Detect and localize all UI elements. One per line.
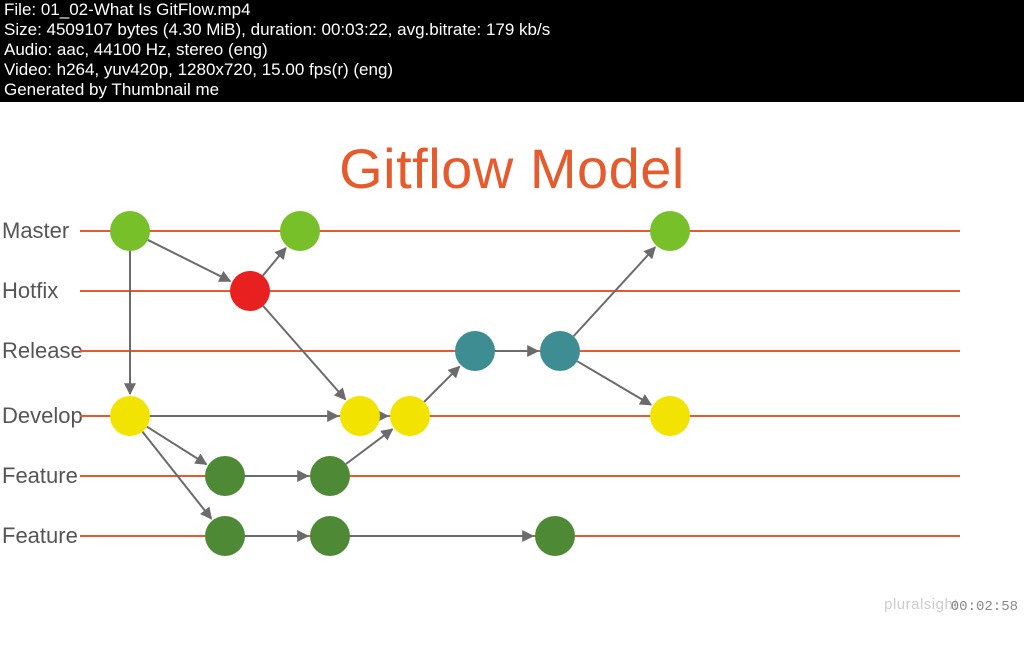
edge-d0-f1a xyxy=(147,427,206,465)
meta-video: Video: h264, yuv420p, 1280x720, 15.00 fp… xyxy=(4,60,1020,80)
commit-node-d3 xyxy=(650,396,690,436)
edge-r1-d3 xyxy=(577,361,651,405)
meta-file: File: 01_02-What Is GitFlow.mp4 xyxy=(4,0,1020,20)
commit-node-f1a xyxy=(205,456,245,496)
commit-node-f2a xyxy=(205,516,245,556)
meta-size: Size: 4509107 bytes (4.30 MiB), duration… xyxy=(4,20,1020,40)
commit-node-m0 xyxy=(110,211,150,251)
edge-h0-m1 xyxy=(263,248,286,276)
commit-node-f1b xyxy=(310,456,350,496)
commit-node-r0 xyxy=(455,331,495,371)
lane-label-release: Release xyxy=(2,338,83,363)
meta-audio: Audio: aac, 44100 Hz, stereo (eng) xyxy=(4,40,1020,60)
watermark-logo: pluralsight xyxy=(884,596,958,613)
edge-m0-h0 xyxy=(148,240,230,281)
thumbnail-timestamp: 00:02:58 xyxy=(951,599,1018,615)
lane-label-master: Master xyxy=(2,218,69,243)
meta-generator: Generated by Thumbnail me xyxy=(4,80,1020,100)
gitflow-diagram: Master Hotfix Release Develop Feature Feature xyxy=(0,201,1024,621)
commit-node-d1 xyxy=(340,396,380,436)
commit-node-d0 xyxy=(110,396,150,436)
commit-node-m2 xyxy=(650,211,690,251)
commit-node-f2c xyxy=(535,516,575,556)
commit-node-m1 xyxy=(280,211,320,251)
lane-label-feature2: Feature xyxy=(2,523,78,548)
slide-title: Gitflow Model xyxy=(0,136,1024,201)
video-metadata-strip: File: 01_02-What Is GitFlow.mp4 Size: 45… xyxy=(0,0,1024,102)
lane-label-develop: Develop xyxy=(2,403,83,428)
lane-label-hotfix: Hotfix xyxy=(2,278,58,303)
commit-node-h0 xyxy=(230,271,270,311)
slide: Gitflow Model Master Hotfix Release Develop… xyxy=(0,136,1024,621)
commit-node-d2 xyxy=(390,396,430,436)
lane-label-feature1: Feature xyxy=(2,463,78,488)
commit-node-f2b xyxy=(310,516,350,556)
edge-h0-d1 xyxy=(263,306,345,399)
commit-node-r1 xyxy=(540,331,580,371)
edge-d2-r0 xyxy=(424,367,459,402)
